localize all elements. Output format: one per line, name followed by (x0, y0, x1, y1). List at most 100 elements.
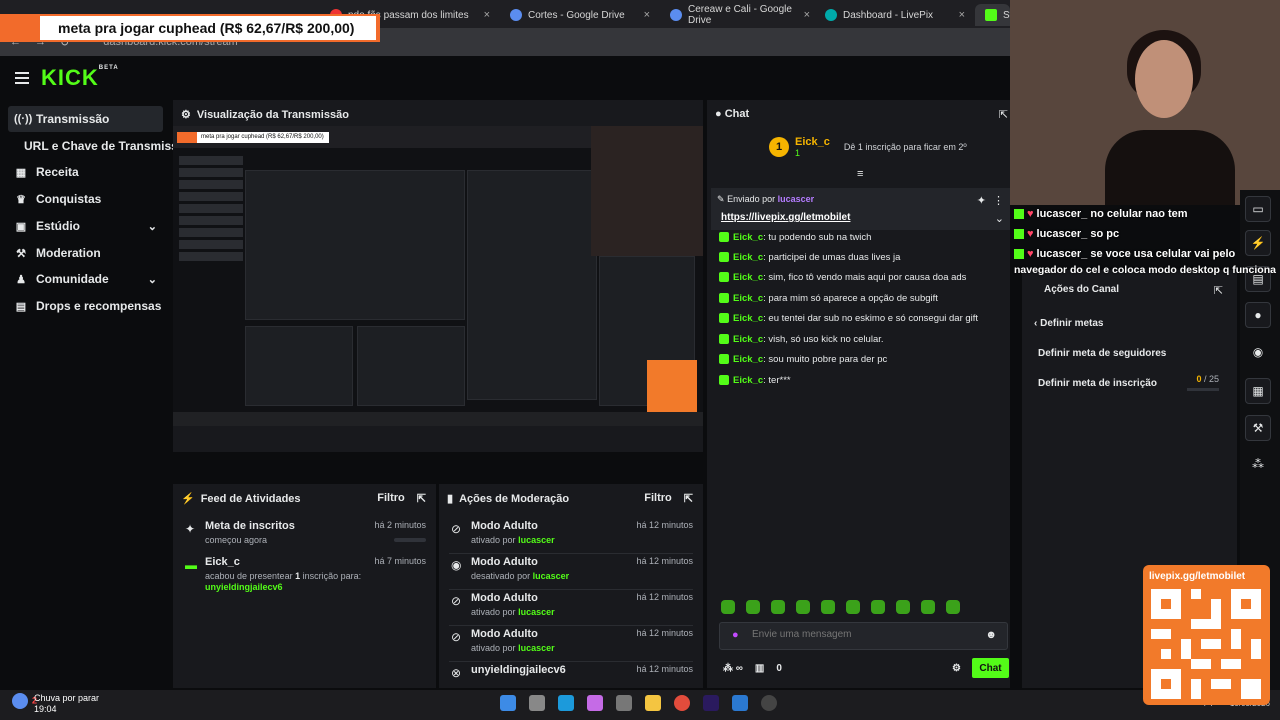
edge-icon[interactable] (558, 695, 574, 711)
eye-icon: ◉ (451, 558, 462, 572)
emote-icon[interactable] (721, 600, 735, 614)
browser-tab[interactable]: Dashboard - LivePix × (815, 4, 975, 26)
emoji-icon[interactable]: ☻ (985, 629, 997, 641)
stream-preview-video[interactable]: meta pra jogar cuphead (R$ 62,67/R$ 200,… (173, 126, 703, 426)
sidebar: ((·)) Transmissão URL e Chave de Transmis… (0, 100, 192, 690)
chat-bubble-icon[interactable]: ● (1245, 302, 1271, 328)
feed-row: ✦ Meta de inscritos começou agora há 2 m… (185, 520, 426, 545)
chevron-left-icon: ‹ (1034, 318, 1038, 329)
emote-icon[interactable] (896, 600, 910, 614)
emote-icon[interactable] (796, 600, 810, 614)
chat-input-box: ● ☻ (719, 622, 1008, 650)
feed-row: ▬ Eick_c acabou de presentear 1 inscriçã… (185, 556, 426, 592)
notepad-icon[interactable] (732, 695, 748, 711)
sub-goal-progress (1187, 388, 1219, 391)
eye-off-icon: ⊘ (451, 594, 462, 608)
mini-preview (245, 170, 465, 320)
sidebar-item-comunidade[interactable]: ♟ Comunidade ⌄ (8, 266, 163, 292)
top-gifter-info: Dê 1 inscrição para ficar em 2º (843, 142, 967, 152)
moderation-filter-button[interactable]: Filtro (644, 492, 672, 505)
sidebar-item-estudio[interactable]: ▣ Estúdio ⌄ (8, 213, 163, 239)
store-icon[interactable] (616, 695, 632, 711)
mod-row: ⊘ Modo Adulto ativado por lucascer há 12… (449, 592, 693, 626)
popout-icon[interactable]: ⇱ (999, 108, 1008, 121)
collapse-icon[interactable]: ≡ (857, 168, 863, 180)
more-icon[interactable]: ⋮ (993, 194, 1004, 207)
emote-icon[interactable] (871, 600, 885, 614)
revenue-icon: ▦ (15, 166, 27, 179)
emote-icon[interactable] (771, 600, 785, 614)
drive-icon (510, 9, 522, 21)
wrench-icon: ⚒ (16, 247, 26, 260)
chat-message: Eick_c: tu podendo sub na twich (719, 232, 1004, 243)
sidebar-item-drops[interactable]: ▤ Drops e recompensas (8, 293, 163, 319)
infinity-icon[interactable]: ⁂ ∞ (723, 663, 743, 674)
emote-icon[interactable] (921, 600, 935, 614)
calendar-icon[interactable]: ▦ (1245, 378, 1271, 404)
mic-icon[interactable]: ● (732, 629, 739, 641)
browser-tab[interactable]: Cereaw e Cali - Google Drive × (660, 4, 820, 26)
popout-icon[interactable]: ⇱ (684, 492, 693, 505)
share-icon[interactable]: ⁂ (1245, 452, 1271, 478)
close-tab-icon[interactable]: × (959, 9, 965, 21)
sub-goal-item[interactable]: Definir meta de inscrição (1038, 378, 1157, 389)
broadcast-icon[interactable]: ◉ (1245, 340, 1271, 366)
chat-input[interactable] (752, 629, 972, 640)
emote-icon[interactable] (846, 600, 860, 614)
mini-webcam (591, 126, 703, 256)
livepix-icon (825, 9, 837, 21)
browser-tab-active[interactable]: Stre (975, 4, 1021, 26)
sub-badge-icon (719, 252, 729, 263)
qr-label: livepix.gg/letmobilet (1149, 571, 1246, 582)
chevron-down-icon[interactable]: ⌄ (995, 212, 1004, 225)
premiere-icon[interactable] (703, 695, 719, 711)
sparkle-icon: ✦ (185, 522, 196, 536)
sub-badge-icon (719, 232, 729, 243)
sidebar-item-moderation[interactable]: ⚒ Moderation (8, 240, 163, 266)
close-tab-icon[interactable]: × (644, 9, 650, 21)
sub-goal-count: 0 / 25 (1196, 374, 1219, 384)
sidebar-subitem-url-key[interactable]: URL e Chave de Transmissão (24, 139, 192, 153)
points-icon[interactable]: ▥ (755, 663, 764, 674)
sub-badge-icon (719, 293, 729, 304)
emote-icon[interactable] (946, 600, 960, 614)
popout-icon[interactable]: ⇱ (417, 492, 426, 505)
pinned-link[interactable]: https://livepix.gg/letmobilet (721, 212, 850, 223)
wrench-icon[interactable]: ⚒ (1245, 415, 1271, 441)
follower-goal-item[interactable]: Definir meta de seguidores (1038, 348, 1166, 359)
folder-icon[interactable] (645, 695, 661, 711)
drops-icon: ▤ (15, 300, 27, 313)
top-gifter: 1 Eick_c 1 Dê 1 inscrição para ficar em … (769, 136, 967, 158)
start-icon[interactable] (500, 695, 516, 711)
mini-sidebar (179, 156, 243, 306)
chrome-icon[interactable] (674, 695, 690, 711)
app-header: KICKBETA (0, 56, 1010, 100)
close-tab-icon[interactable]: × (484, 9, 490, 21)
mini-goal-overlay: meta pra jogar cuphead (R$ 62,67/R$ 200,… (177, 132, 329, 143)
chevron-down-icon: ⌄ (147, 273, 157, 286)
task-view-icon[interactable] (529, 695, 545, 711)
sidebar-item-receita[interactable]: ▦ Receita (8, 159, 163, 185)
feed-filter-button[interactable]: Filtro (377, 492, 405, 505)
gift-icon: ▬ (185, 558, 197, 572)
pin-icon[interactable]: ✦ (977, 194, 986, 207)
stream-goal-overlay: meta pra jogar cuphead (R$ 62,67/R$ 200,… (0, 14, 380, 42)
close-tab-icon[interactable]: × (804, 9, 810, 21)
send-chat-button[interactable]: Chat (972, 658, 1009, 678)
sidebar-item-conquistas[interactable]: ♛ Conquistas (8, 186, 163, 212)
emote-icon[interactable] (821, 600, 835, 614)
kick-logo[interactable]: KICKBETA (41, 65, 119, 91)
broadcast-icon: ((·)) (14, 113, 33, 125)
shield-icon: ▮ (447, 493, 454, 505)
copilot-icon[interactable] (587, 695, 603, 711)
emote-icon[interactable] (746, 600, 760, 614)
weather-widget[interactable]: 2 Chuva por parar 19:04 (12, 693, 99, 714)
back-definir-metas[interactable]: ‹ Definir metas (1034, 318, 1103, 329)
menu-icon[interactable] (15, 69, 29, 87)
settings-icon[interactable]: ⚙ (952, 663, 961, 674)
mini-moderation (357, 326, 465, 406)
preview-icon: ⚙ (181, 109, 191, 121)
obs-icon[interactable] (761, 695, 777, 711)
sidebar-item-transmissao[interactable]: ((·)) Transmissão (8, 106, 163, 132)
browser-tab[interactable]: Cortes - Google Drive × (500, 4, 660, 26)
